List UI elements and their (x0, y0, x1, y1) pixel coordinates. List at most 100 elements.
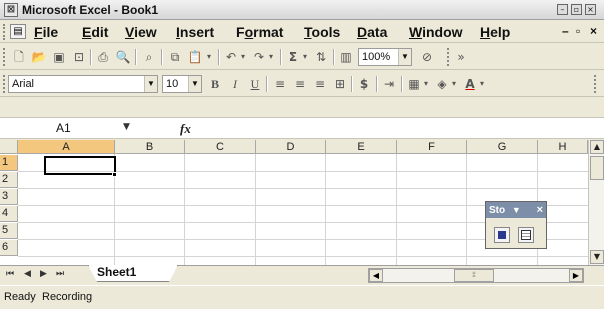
stop-recording-button[interactable] (494, 227, 510, 243)
merge-center-icon[interactable]: ⊞ (331, 75, 349, 93)
paste-icon[interactable]: 📋 (186, 48, 204, 66)
undo-dropdown-icon[interactable]: ▾ (238, 48, 248, 66)
relative-reference-button[interactable] (518, 227, 534, 243)
align-center-icon[interactable]: ≡ (291, 75, 309, 93)
sheet-tab-sheet1[interactable]: Sheet1 (88, 265, 178, 282)
gridline (18, 188, 588, 189)
column-header-c[interactable]: C (185, 140, 256, 154)
column-header-d[interactable]: D (256, 140, 326, 154)
toolbar-grip[interactable] (3, 75, 6, 93)
active-cell-a1[interactable] (44, 156, 116, 175)
menu-tools[interactable]: Tools (304, 24, 340, 40)
menu-help[interactable]: Help (480, 24, 510, 40)
toolbar-grip[interactable] (594, 75, 597, 93)
column-header-e[interactable]: E (326, 140, 397, 154)
row-header-6[interactable]: 6 (0, 240, 18, 256)
prev-sheet-icon[interactable]: ◀ (24, 269, 31, 279)
chevron-down-icon[interactable]: ▼ (144, 76, 157, 92)
increase-indent-icon[interactable]: ⇥ (380, 75, 398, 93)
chevron-down-icon[interactable]: ▼ (512, 205, 521, 215)
row-header-1[interactable]: 1 (0, 155, 18, 171)
scroll-right-icon[interactable]: ▶ (569, 269, 583, 282)
font-size-combo[interactable]: 10 ▼ (162, 75, 202, 93)
scroll-thumb[interactable]: ⦙⦙ (454, 269, 494, 282)
close-button[interactable]: × (585, 4, 596, 15)
insert-function-icon[interactable]: fx (180, 121, 191, 137)
autosum-dropdown-icon[interactable]: ▾ (300, 48, 310, 66)
currency-icon[interactable]: $ (355, 75, 373, 93)
row-header-2[interactable]: 2 (0, 172, 18, 188)
separator (351, 76, 352, 92)
stop-recording-toolbar[interactable]: Sto ▼ × (485, 201, 547, 249)
horizontal-scrollbar[interactable]: ◀ ⦙⦙ ▶ (368, 268, 584, 283)
next-sheet-icon[interactable]: ▶ (40, 269, 47, 279)
doc-close-button[interactable]: × (590, 24, 597, 38)
menu-file[interactable]: File (34, 24, 58, 40)
menu-edit[interactable]: Edit (82, 24, 108, 40)
help-icon[interactable]: ⊘ (418, 48, 436, 66)
align-right-icon[interactable]: ≡ (311, 75, 329, 93)
menu-insert[interactable]: Insert (176, 24, 214, 40)
copy-icon[interactable]: ⧉ (166, 48, 184, 66)
bold-button[interactable]: B (206, 75, 224, 93)
first-sheet-icon[interactable]: ⏮ (6, 269, 14, 279)
stop-recording-label: Sto (489, 205, 506, 216)
font-combo[interactable]: Arial ▼ (8, 75, 158, 93)
scroll-thumb[interactable] (590, 156, 604, 180)
font-color-dropdown-icon[interactable]: ▾ (477, 75, 487, 93)
print-icon[interactable]: ⎙ (94, 48, 112, 66)
toolbar-options-icon[interactable]: » (452, 48, 470, 66)
status-bar: Ready Recording (0, 285, 604, 309)
column-header-f[interactable]: F (397, 140, 467, 154)
restore-button[interactable]: ▫ (571, 4, 582, 15)
underline-button[interactable]: U (246, 75, 264, 93)
sort-ascending-icon[interactable]: ⇅ (312, 48, 330, 66)
name-box[interactable]: A1 (24, 120, 114, 137)
menu-format[interactable]: Format (236, 24, 283, 40)
chart-wizard-icon[interactable]: ▥ (337, 48, 355, 66)
scroll-left-icon[interactable]: ◀ (369, 269, 383, 282)
menu-data[interactable]: Data (357, 24, 387, 40)
menubar-grip[interactable] (3, 24, 6, 40)
column-header-a[interactable]: A (18, 140, 115, 154)
menu-view[interactable]: View (125, 24, 157, 40)
open-icon[interactable]: 📂 (30, 48, 48, 66)
borders-dropdown-icon[interactable]: ▾ (421, 75, 431, 93)
zoom-combo[interactable]: 100% ▼ (358, 48, 412, 66)
column-header-h[interactable]: H (538, 140, 588, 154)
excel-icon[interactable]: ⊠ (4, 3, 18, 17)
research-icon[interactable]: ⌕ (140, 48, 158, 66)
row-header-4[interactable]: 4 (0, 206, 18, 222)
column-header-g[interactable]: G (467, 140, 538, 154)
chevron-down-icon[interactable]: ▼ (123, 122, 130, 132)
toolbar-grip[interactable] (447, 48, 450, 66)
new-icon[interactable]: 🗋 (10, 48, 28, 66)
menu-window[interactable]: Window (409, 24, 463, 40)
permission-icon[interactable]: ⊡ (70, 48, 88, 66)
chevron-down-icon[interactable]: ▼ (398, 49, 411, 65)
workbook-icon[interactable]: ▤ (10, 24, 26, 39)
last-sheet-icon[interactable]: ⏭ (56, 269, 64, 279)
row-header-5[interactable]: 5 (0, 223, 18, 239)
minimize-button[interactable]: – (557, 4, 568, 15)
row-header-3[interactable]: 3 (0, 189, 18, 205)
italic-button[interactable]: I (226, 75, 244, 93)
save-icon[interactable]: ▣ (50, 48, 68, 66)
redo-dropdown-icon[interactable]: ▾ (266, 48, 276, 66)
paste-dropdown-icon[interactable]: ▾ (204, 48, 214, 66)
toolbar-grip[interactable] (3, 48, 6, 66)
align-left-icon[interactable]: ≡ (271, 75, 289, 93)
fill-handle[interactable] (112, 172, 117, 177)
fill-color-dropdown-icon[interactable]: ▾ (449, 75, 459, 93)
doc-minimize-button[interactable]: – (562, 24, 569, 38)
doc-restore-button[interactable]: ▫ (576, 24, 580, 38)
chevron-down-icon[interactable]: ▼ (188, 76, 201, 92)
close-icon[interactable]: × (537, 202, 543, 218)
select-all-corner[interactable] (0, 140, 18, 154)
vertical-scrollbar[interactable]: ▲ ▼ (588, 140, 604, 265)
scroll-down-icon[interactable]: ▼ (590, 250, 604, 264)
stop-recording-title[interactable]: Sto ▼ × (486, 202, 546, 218)
print-preview-icon[interactable]: 🔍 (114, 48, 132, 66)
scroll-up-icon[interactable]: ▲ (590, 140, 604, 154)
column-header-b[interactable]: B (115, 140, 185, 154)
